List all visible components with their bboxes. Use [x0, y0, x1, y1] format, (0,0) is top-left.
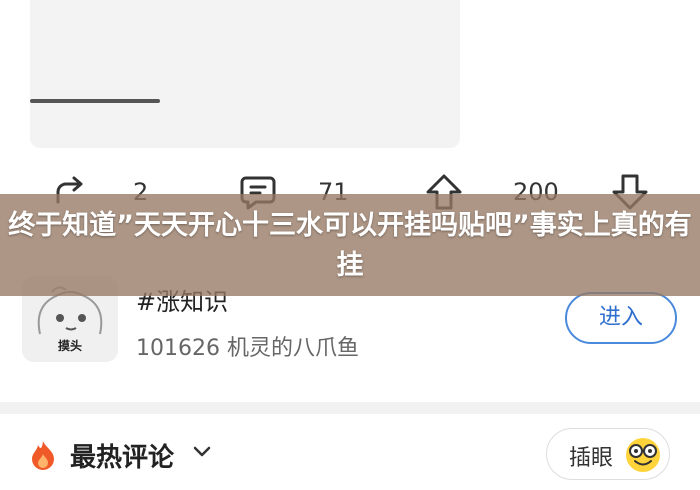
topic-meta: 101626 机灵的八爪鱼	[136, 336, 359, 361]
section-divider	[0, 402, 700, 414]
fire-icon	[30, 440, 56, 470]
glasses-emoji-icon	[623, 434, 663, 474]
bookmark-eye-label: 插眼	[569, 446, 614, 471]
bookmark-eye-button[interactable]: 插眼	[546, 428, 670, 480]
headline-overlay: 终于知道”天天开心十三水可以开挂吗贴吧”事实上真的有挂	[0, 194, 700, 296]
post-content-card	[30, 0, 460, 148]
content-line	[30, 99, 160, 103]
chevron-down-icon[interactable]	[192, 440, 212, 464]
enter-button[interactable]: 进入	[565, 292, 677, 344]
headline-text: 终于知道”天天开心十三水可以开挂吗贴吧”事实上真的有挂	[8, 210, 692, 281]
hot-comments-title[interactable]: 最热评论	[70, 437, 174, 474]
avatar-label: 摸头	[57, 339, 82, 353]
